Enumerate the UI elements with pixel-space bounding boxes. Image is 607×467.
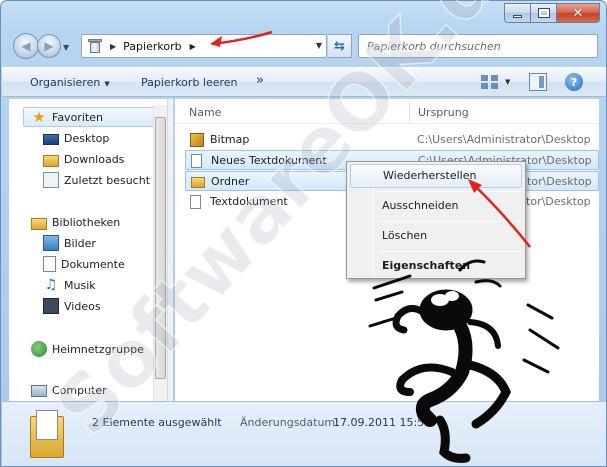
sidebar-item-recent[interactable]: Zuletzt besucht bbox=[43, 170, 150, 190]
navigation-pane: ★ Favoriten Desktop Downloads Zuletzt be… bbox=[9, 99, 167, 401]
maximize-icon bbox=[537, 8, 550, 18]
desktop-icon bbox=[43, 133, 59, 145]
downloads-folder-icon bbox=[43, 154, 59, 167]
close-icon: ✕ bbox=[572, 5, 584, 21]
search-input[interactable]: Papierkorb durchsuchen bbox=[358, 34, 598, 58]
menu-item-properties[interactable]: Eigenschaften bbox=[350, 254, 522, 278]
menu-separator bbox=[379, 251, 521, 252]
selection-thumbnail-icon bbox=[30, 410, 66, 458]
file-origin: C:\Users\Administrator\Desktop bbox=[417, 133, 591, 146]
menu-item-cut[interactable]: Ausschneiden bbox=[350, 194, 522, 218]
file-name: Textdokument bbox=[210, 195, 288, 208]
preview-pane-icon[interactable] bbox=[529, 73, 547, 91]
sidebar-item-label: Bibliotheken bbox=[52, 215, 121, 229]
column-header-origin[interactable]: Ursprung bbox=[418, 106, 469, 119]
bitmap-file-icon bbox=[190, 133, 204, 147]
folder-icon bbox=[191, 177, 205, 188]
file-name: Bitmap bbox=[210, 133, 250, 146]
organize-label: Organisieren bbox=[30, 76, 101, 89]
caption-buttons: ✕ bbox=[504, 3, 600, 23]
sidebar-item-computer[interactable]: Computer bbox=[31, 380, 107, 400]
search-placeholder: Papierkorb durchsuchen bbox=[367, 39, 501, 53]
arrow-left-icon: ◀ bbox=[21, 39, 31, 53]
details-pane: 2 Elemente ausgewählt Änderungsdatum: 17… bbox=[2, 401, 606, 466]
sidebar-item-label: Favoriten bbox=[52, 110, 103, 124]
sidebar-item-homegroup[interactable]: Heimnetzgruppe bbox=[31, 339, 144, 359]
sidebar-item-music[interactable]: ♫ Musik bbox=[43, 275, 96, 295]
address-dropdown-icon[interactable]: ▼ bbox=[316, 41, 322, 50]
modified-date-value: 17.09.2011 15:51 bbox=[333, 416, 432, 429]
text-file-icon bbox=[190, 195, 201, 209]
homegroup-icon bbox=[31, 341, 47, 357]
column-divider[interactable] bbox=[409, 101, 410, 123]
navigation-row: ◀ ▶ ▼ ▶ Papierkorb ▶ ▼ ⇆ Papierkorb durc… bbox=[1, 31, 606, 63]
sidebar-item-favorites[interactable]: ★ Favoriten bbox=[23, 107, 161, 127]
sidebar-item-label: Downloads bbox=[64, 152, 125, 166]
forward-button[interactable]: ▶ bbox=[37, 34, 61, 58]
sidebar-item-label: Computer bbox=[52, 383, 107, 397]
pane-splitter[interactable] bbox=[167, 99, 173, 401]
star-icon: ★ bbox=[32, 108, 46, 126]
refresh-icon: ⇆ bbox=[334, 38, 345, 54]
column-header-name[interactable]: Name bbox=[189, 106, 221, 119]
libraries-icon bbox=[31, 217, 47, 230]
sidebar-item-label: Musik bbox=[64, 278, 96, 292]
sidebar-item-documents[interactable]: Dokumente bbox=[43, 254, 125, 274]
file-name: Ordner bbox=[211, 175, 250, 188]
organize-button[interactable]: Organisieren ▼ bbox=[30, 76, 110, 89]
arrow-right-icon: ▶ bbox=[44, 39, 54, 53]
sidebar-item-label: Zuletzt besucht bbox=[64, 173, 151, 187]
sidebar-item-desktop[interactable]: Desktop bbox=[43, 128, 109, 148]
explorer-window: ✕ ◀ ▶ ▼ ▶ Papierkorb ▶ ▼ ⇆ Papierkorb du… bbox=[0, 0, 607, 467]
sidebar-item-label: Bilder bbox=[64, 236, 96, 250]
minimize-button[interactable] bbox=[504, 3, 531, 23]
views-icon[interactable] bbox=[480, 74, 500, 90]
views-dropdown-icon[interactable]: ▼ bbox=[505, 78, 510, 86]
selection-count: 2 Elemente ausgewählt bbox=[92, 416, 222, 429]
context-menu: Wiederherstellen Ausschneiden Löschen Ei… bbox=[346, 161, 526, 279]
help-icon[interactable]: ? bbox=[565, 73, 583, 91]
file-row-bitmap[interactable]: Bitmap C:\Users\Administrator\Desktop bbox=[185, 130, 599, 150]
maximize-button[interactable] bbox=[531, 3, 557, 23]
recent-pages-dropdown[interactable]: ▼ bbox=[63, 43, 69, 52]
breadcrumb-papierkorb[interactable]: Papierkorb bbox=[123, 40, 181, 53]
sidebar-item-label: Heimnetzgruppe bbox=[52, 342, 144, 356]
recycle-bin-icon bbox=[88, 38, 102, 54]
sidebar-item-label: Desktop bbox=[64, 131, 110, 145]
chevron-down-icon: ▼ bbox=[104, 80, 110, 88]
back-button[interactable]: ◀ bbox=[13, 33, 39, 59]
minimize-icon bbox=[513, 14, 522, 18]
header-divider bbox=[175, 123, 599, 124]
refresh-button[interactable]: ⇆ bbox=[328, 34, 352, 58]
pictures-icon bbox=[43, 235, 59, 251]
menu-separator bbox=[379, 221, 521, 222]
videos-icon bbox=[43, 298, 59, 314]
navigation-scrollbar-thumb[interactable] bbox=[155, 117, 166, 379]
sidebar-item-downloads[interactable]: Downloads bbox=[43, 149, 124, 169]
address-bar[interactable]: ▶ Papierkorb ▶ ▼ bbox=[81, 34, 327, 58]
sidebar-item-libraries[interactable]: Bibliotheken bbox=[31, 212, 120, 232]
menu-separator bbox=[379, 191, 521, 192]
command-bar: Organisieren ▼ Papierkorb leeren » ▼ ? bbox=[2, 67, 606, 97]
menu-item-restore[interactable]: Wiederherstellen bbox=[350, 164, 522, 188]
modified-date-label: Änderungsdatum: bbox=[240, 416, 339, 429]
menu-item-delete[interactable]: Löschen bbox=[350, 224, 522, 248]
sidebar-item-label: Videos bbox=[64, 299, 101, 313]
sidebar-item-videos[interactable]: Videos bbox=[43, 296, 101, 316]
music-note-icon: ♫ bbox=[44, 277, 58, 293]
more-commands-button[interactable]: » bbox=[256, 73, 264, 88]
documents-icon bbox=[43, 256, 56, 272]
text-file-icon bbox=[191, 154, 202, 168]
breadcrumb-chevron-icon[interactable]: ▶ bbox=[190, 42, 196, 51]
breadcrumb-chevron-icon[interactable]: ▶ bbox=[110, 42, 116, 51]
file-name: Neues Textdokument bbox=[211, 154, 327, 167]
empty-bin-button[interactable]: Papierkorb leeren bbox=[141, 76, 238, 89]
close-button[interactable]: ✕ bbox=[557, 3, 600, 23]
sidebar-item-pictures[interactable]: Bilder bbox=[43, 233, 96, 253]
computer-icon bbox=[31, 385, 47, 397]
sidebar-item-label: Dokumente bbox=[61, 257, 125, 271]
recent-places-icon bbox=[43, 172, 59, 188]
